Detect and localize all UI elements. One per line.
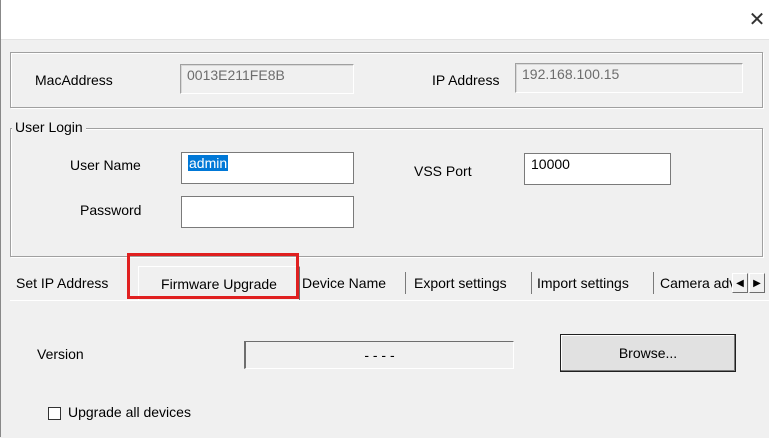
window-left-border <box>0 0 1 437</box>
vss-port-label: VSS Port <box>414 163 472 179</box>
username-input-value: admin <box>188 155 229 171</box>
browse-button[interactable]: Browse... <box>560 334 736 372</box>
user-login-group-label: User Login <box>12 119 86 135</box>
title-bar-divider <box>0 39 769 40</box>
title-bar <box>0 0 769 40</box>
mac-address-field: 0013E211FE8B <box>180 64 354 94</box>
tab-import-settings[interactable]: Import settings <box>537 270 649 296</box>
tab-separator <box>405 272 406 294</box>
close-icon[interactable]: ✕ <box>744 6 769 32</box>
username-input[interactable]: admin <box>181 152 354 184</box>
version-label: Version <box>37 346 84 362</box>
password-input[interactable] <box>181 196 354 228</box>
tab-scroll-right-icon[interactable]: ▶ <box>749 273 765 293</box>
highlight-box <box>127 253 299 299</box>
tab-camera-advanced[interactable]: Camera advanced <box>660 270 732 296</box>
tab-strip: Set IP Address Firmware Upgrade Device N… <box>10 266 769 300</box>
username-label: User Name <box>70 157 141 173</box>
upgrade-all-label[interactable]: Upgrade all devices <box>68 404 191 420</box>
version-field: - - - - <box>244 341 514 369</box>
user-login-group <box>10 128 763 257</box>
upgrade-all-checkbox[interactable] <box>48 407 61 420</box>
password-label: Password <box>80 202 142 218</box>
tab-set-ip-address[interactable]: Set IP Address <box>16 270 133 296</box>
tab-separator <box>653 272 654 294</box>
ip-address-label: IP Address <box>432 72 500 88</box>
tab-export-settings[interactable]: Export settings <box>414 270 528 296</box>
vss-port-input[interactable]: 10000 <box>524 153 671 185</box>
tab-device-name[interactable]: Device Name <box>302 270 402 296</box>
mac-address-label: MacAddress <box>35 72 113 88</box>
tab-separator <box>531 272 532 294</box>
ip-address-field: 192.168.100.15 <box>515 63 743 93</box>
tab-scroll-left-icon[interactable]: ◀ <box>732 273 748 293</box>
